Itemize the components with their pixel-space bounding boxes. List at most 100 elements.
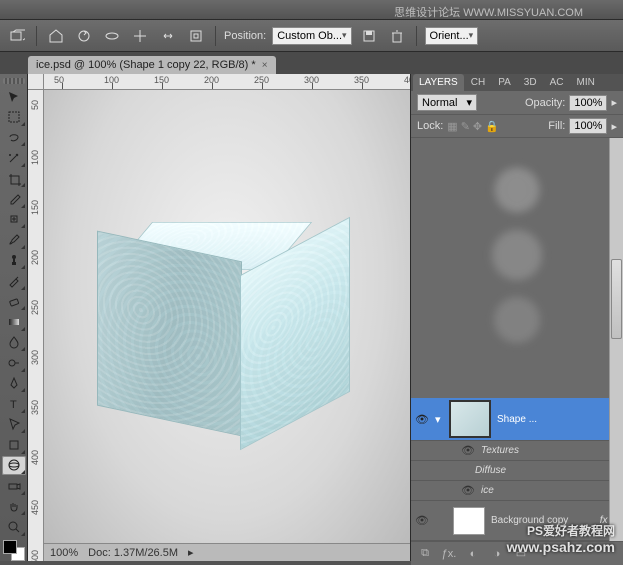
layer-name[interactable]: Textures [481,445,619,456]
3d-pan-icon[interactable] [129,25,151,47]
marquee-tool[interactable] [2,107,26,126]
layer-mask-icon[interactable]: ◐ [465,546,481,562]
crop-tool[interactable] [2,169,26,188]
brush-tool[interactable] [2,230,26,249]
save-preset-icon[interactable] [358,25,380,47]
opacity-arrow-icon[interactable]: ▸ [611,96,617,109]
lock-pixels-icon[interactable]: ✎ [461,120,470,133]
layer-name[interactable]: Diffuse [461,465,619,476]
separator [416,26,417,46]
wand-tool[interactable] [2,148,26,167]
fill-arrow-icon[interactable]: ▸ [611,120,617,133]
opacity-label: Opacity: [525,97,565,109]
opacity-input[interactable]: 100% [569,95,607,111]
layer-name[interactable]: Shape ... [497,414,619,425]
ruler-origin[interactable] [28,74,44,90]
layer-diffuse[interactable]: Diffuse [411,461,623,481]
adjustment-layer-icon[interactable]: ◑ [489,546,505,562]
3d-scale-icon[interactable] [185,25,207,47]
3d-tool-preset-icon[interactable] [6,25,28,47]
layers-scrollbar[interactable] [609,138,623,541]
zoom-level[interactable]: 100% [50,547,78,559]
layer-name[interactable]: Background copy [491,515,594,526]
visibility-icon[interactable]: 👁 [461,484,475,497]
lock-position-icon[interactable]: ✥ [473,120,482,133]
layers-blurred-area [411,138,623,398]
status-bar: 100% Doc: 1.37M/26.5M ▸ [44,543,410,561]
tab-3d[interactable]: 3D [518,74,543,91]
lock-all-icon[interactable]: 🔒 [485,120,499,133]
path-select-tool[interactable] [2,415,26,434]
menu-bar[interactable] [0,0,623,20]
dodge-tool[interactable] [2,353,26,372]
separator [215,26,216,46]
visibility-icon[interactable]: 👁 [461,444,475,457]
history-brush-tool[interactable] [2,271,26,290]
stamp-tool[interactable] [2,251,26,270]
blend-mode-select[interactable]: Normal▾ [417,94,477,111]
layer-style-icon[interactable]: ƒx. [441,546,457,562]
layer-name[interactable]: ice [481,485,619,496]
panel-grip[interactable] [3,78,25,84]
fill-label: Fill: [548,120,565,132]
3d-roll-icon[interactable] [101,25,123,47]
layer-textures[interactable]: 👁 Textures [411,441,623,461]
status-arrow-icon[interactable]: ▸ [188,546,194,559]
hand-tool[interactable] [2,497,26,516]
document-tab[interactable]: ice.psd @ 100% (Shape 1 copy 22, RGB/8) … [28,56,276,74]
ruler-horizontal[interactable]: 50100150200250300350400450500550 [44,74,410,90]
fg-color[interactable] [3,540,17,554]
ruler-vertical[interactable]: 50100150200250300350400450500 [28,90,44,561]
3d-home-icon[interactable] [45,25,67,47]
layer-shape[interactable]: 👁 ▾ Shape ... [411,398,623,441]
type-tool[interactable]: T [2,394,26,413]
eyedropper-tool[interactable] [2,189,26,208]
toggle-arrow-icon[interactable]: ▾ [435,413,443,426]
zoom-tool[interactable] [2,517,26,536]
gradient-tool[interactable] [2,312,26,331]
ice-cube-3d[interactable] [92,196,332,436]
link-layers-icon[interactable]: ⧉ [417,546,433,562]
move-tool[interactable] [2,87,26,106]
shape-tool[interactable] [2,435,26,454]
panels-dock: LAYERS CH PA 3D AC MIN Normal▾ Opacity: … [410,74,623,561]
color-swatch[interactable] [3,540,25,561]
layer-thumbnail[interactable] [449,400,491,438]
tab-mini[interactable]: MIN [571,74,601,91]
layer-background-copy[interactable]: 👁 Background copy fx ▸ [411,501,623,541]
lock-transparency-icon[interactable]: ▦ [447,120,457,133]
separator [36,26,37,46]
fill-input[interactable]: 100% [569,118,607,134]
eraser-tool[interactable] [2,292,26,311]
scrollbar-thumb[interactable] [611,259,622,339]
layer-group-icon[interactable]: ▭ [513,546,529,562]
options-bar: Position: Custom Ob...▾ Orient...▾ [0,20,623,52]
delete-preset-icon[interactable] [386,25,408,47]
3d-object-tool[interactable] [2,456,26,475]
cube-left-face [97,230,242,436]
lasso-tool[interactable] [2,128,26,147]
heal-tool[interactable] [2,210,26,229]
layer-thumbnail[interactable] [453,507,485,535]
tab-paths[interactable]: PA [492,74,517,91]
tab-actions[interactable]: AC [544,74,570,91]
3d-camera-tool[interactable] [2,476,26,495]
close-tab-icon[interactable]: × [262,60,268,71]
fx-badge[interactable]: fx [600,515,608,526]
layer-ice[interactable]: 👁 ice [411,481,623,501]
pen-tool[interactable] [2,374,26,393]
tab-channels[interactable]: CH [465,74,491,91]
3d-rotate-icon[interactable] [73,25,95,47]
tools-panel: T [0,74,28,561]
3d-slide-icon[interactable] [157,25,179,47]
doc-info[interactable]: Doc: 1.37M/26.5M [88,547,178,559]
position-select[interactable]: Custom Ob...▾ [272,27,351,45]
document-area: 50100150200250300350400450500550 5010015… [28,74,410,561]
canvas[interactable] [44,90,410,561]
visibility-icon[interactable]: 👁 [415,413,429,426]
layer-list[interactable]: 👁 ▾ Shape ... 👁 Textures Diffuse 👁 ice [411,138,623,541]
orientation-select[interactable]: Orient...▾ [425,27,479,45]
visibility-icon[interactable]: 👁 [415,514,429,527]
blur-tool[interactable] [2,333,26,352]
tab-layers[interactable]: LAYERS [413,74,464,91]
